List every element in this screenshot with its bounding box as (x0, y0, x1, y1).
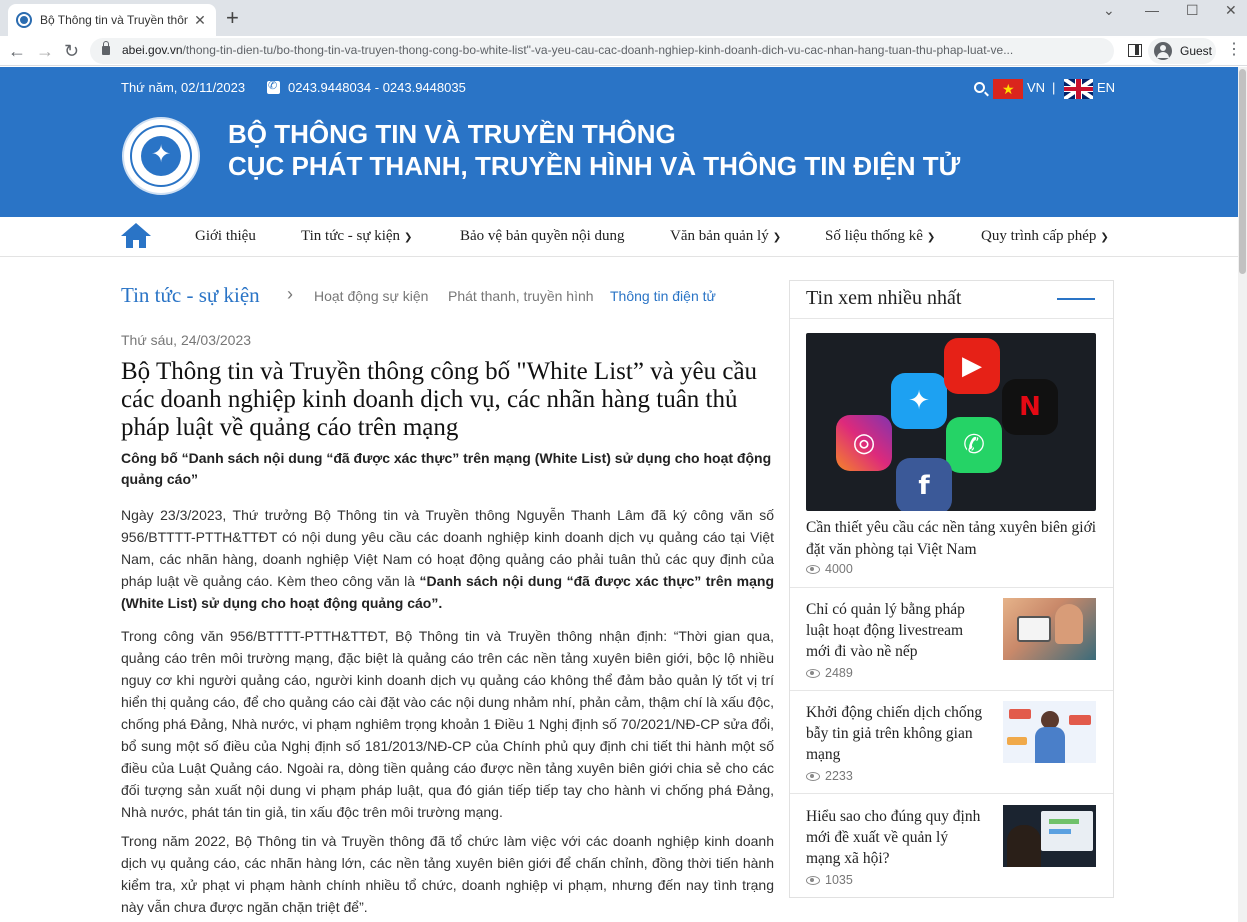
chevron-down-icon: ❯ (404, 232, 413, 243)
article-paragraph-2: Trong công văn 956/BTTTT-PTTH&TTĐT, Bộ T… (121, 628, 774, 820)
nav-item-quy-trinh[interactable]: Quy trình cấp phép ❯ (981, 228, 1109, 245)
site-header: Thứ năm, 02/11/2023 0243.9448034 - 0243.… (0, 67, 1238, 217)
close-window-icon[interactable]: ✕ (1225, 0, 1237, 20)
phone-icon (267, 79, 280, 94)
browser-tab-strip: Bộ Thông tin và Truyền thông cô ✕ + ⌄ — … (0, 0, 1247, 36)
site-favicon-icon (16, 12, 32, 28)
lang-en-link[interactable]: EN (1097, 80, 1115, 95)
eye-icon (806, 565, 820, 574)
news-item-thumbnail[interactable] (1003, 701, 1096, 763)
article-paragraph-3: Trong năm 2022, Bộ Thông tin và Truyền t… (121, 833, 774, 915)
chevron-right-icon: › (287, 284, 293, 304)
chevron-down-icon: ❯ (926, 232, 936, 243)
tab-title: Bộ Thông tin và Truyền thông cô (40, 13, 188, 27)
home-icon[interactable] (121, 223, 151, 249)
netflix-icon: N (1002, 379, 1058, 435)
facebook-icon: f (896, 458, 952, 511)
ministry-logo[interactable]: ✦ (122, 117, 200, 195)
article-title: Bộ Thông tin và Truyền thông công bố "Wh… (121, 358, 758, 441)
sidebar-title-underline (1057, 298, 1095, 300)
address-bar[interactable]: abei.gov.vn/thong-tin-dien-tu/bo-thong-t… (90, 38, 1194, 64)
nav-item-van-ban[interactable]: Văn bản quản lý ❯ (670, 228, 781, 245)
news-item-views: 2489 (825, 666, 853, 680)
featured-views: 4000 (825, 562, 853, 576)
instagram-icon: ◎ (836, 415, 892, 471)
search-icon[interactable] (974, 82, 985, 93)
avatar-icon (1154, 42, 1172, 60)
header-date: Thứ năm, 02/11/2023 (121, 80, 246, 95)
profile-button[interactable]: Guest (1148, 38, 1216, 64)
article-date: Thứ sáu, 24/03/2023 (121, 332, 252, 348)
nav-item-gioi-thieu[interactable]: Giới thiệu (195, 228, 256, 245)
profile-label: Guest (1180, 44, 1213, 58)
minimize-icon[interactable]: — (1145, 0, 1159, 20)
news-item-views: 2233 (825, 769, 853, 783)
news-item-thumbnail[interactable] (1003, 598, 1096, 660)
uk-flag-icon[interactable] (1064, 79, 1093, 99)
news-item-title[interactable]: Khởi động chiến dịch chống bẫy tin giả t… (806, 702, 984, 765)
header-phone: 0243.9448034 - 0243.9448035 (288, 80, 466, 95)
article-sapo: Công bố “Danh sách nội dung “đã được xác… (121, 450, 772, 487)
featured-news-title[interactable]: Cần thiết yêu cầu các nền tảng xuyên biê… (806, 517, 1106, 561)
org-name-line1: BỘ THÔNG TIN VÀ TRUYỀN THÔNG (228, 119, 676, 149)
breadcrumb-hoat-dong[interactable]: Hoạt động sự kiện (314, 288, 428, 304)
most-viewed-sidebar: Tin xem nhiều nhất ◎ ✦ ▶ ✆ f N Cần thiết… (789, 280, 1114, 898)
lang-vn-link[interactable]: VN (1027, 80, 1045, 95)
tab-search-chevron-icon[interactable]: ⌄ (1103, 0, 1115, 20)
news-item-views: 1035 (825, 873, 853, 887)
breadcrumb-section[interactable]: Tin tức - sự kiện (121, 283, 260, 308)
chevron-down-icon: ❯ (772, 232, 782, 243)
page-scrollbar[interactable] (1238, 67, 1247, 922)
forward-arrow-icon[interactable]: → (36, 39, 54, 63)
article-paragraph-1: Ngày 23/3/2023, Thứ trưởng Bộ Thông tin … (121, 507, 775, 611)
twitter-icon: ✦ (891, 373, 947, 429)
vietnam-flag-icon[interactable] (993, 79, 1023, 99)
close-tab-icon[interactable]: ✕ (192, 12, 208, 29)
nav-item-so-lieu[interactable]: Số liệu thống kê ❯ (825, 228, 935, 245)
url-text[interactable]: abei.gov.vn/thong-tin-dien-tu/bo-thong-t… (122, 43, 1082, 57)
news-item-thumbnail[interactable] (1003, 805, 1096, 867)
featured-news-image[interactable]: ◎ ✦ ▶ ✆ f N (806, 333, 1096, 511)
maximize-icon[interactable]: ☐ (1186, 0, 1199, 20)
browser-toolbar: ← → ↻ abei.gov.vn/thong-tin-dien-tu/bo-t… (0, 36, 1247, 66)
eye-icon (806, 876, 820, 885)
lang-separator: | (1052, 80, 1056, 95)
breadcrumb-thong-tin-dien-tu[interactable]: Thông tin điện tử (610, 288, 716, 304)
new-tab-icon[interactable]: + (226, 6, 239, 30)
eye-icon (806, 669, 820, 678)
whatsapp-icon: ✆ (946, 417, 1002, 473)
side-panel-icon[interactable] (1128, 44, 1142, 57)
lock-icon (102, 41, 110, 55)
reload-icon[interactable]: ↻ (64, 39, 79, 63)
org-name-line2: CỤC PHÁT THANH, TRUYỀN HÌNH VÀ THÔNG TIN… (228, 151, 961, 181)
sidebar-title: Tin xem nhiều nhất (806, 287, 962, 309)
nav-item-tin-tuc[interactable]: Tin tức - sự kiện ❯ (301, 228, 412, 245)
back-arrow-icon[interactable]: ← (8, 39, 26, 63)
browser-tab[interactable]: Bộ Thông tin và Truyền thông cô ✕ (8, 4, 216, 36)
breadcrumb-phat-thanh[interactable]: Phát thanh, truyền hình (448, 288, 594, 304)
news-item-title[interactable]: Hiểu sao cho đúng quy định mới đề xuất v… (806, 806, 984, 869)
chevron-down-icon: ❯ (1100, 232, 1109, 243)
main-navigation: Giới thiệu Tin tức - sự kiện ❯ Bảo vệ bản… (0, 217, 1238, 257)
eye-icon (806, 772, 820, 781)
youtube-icon: ▶ (944, 338, 1000, 394)
browser-menu-icon[interactable]: ⋮ (1226, 40, 1242, 60)
nav-item-bao-ve-ban-quyen[interactable]: Bảo vệ bản quyền nội dung (460, 228, 625, 245)
news-item-title[interactable]: Chỉ có quản lý bằng pháp luật hoạt động … (806, 599, 984, 662)
